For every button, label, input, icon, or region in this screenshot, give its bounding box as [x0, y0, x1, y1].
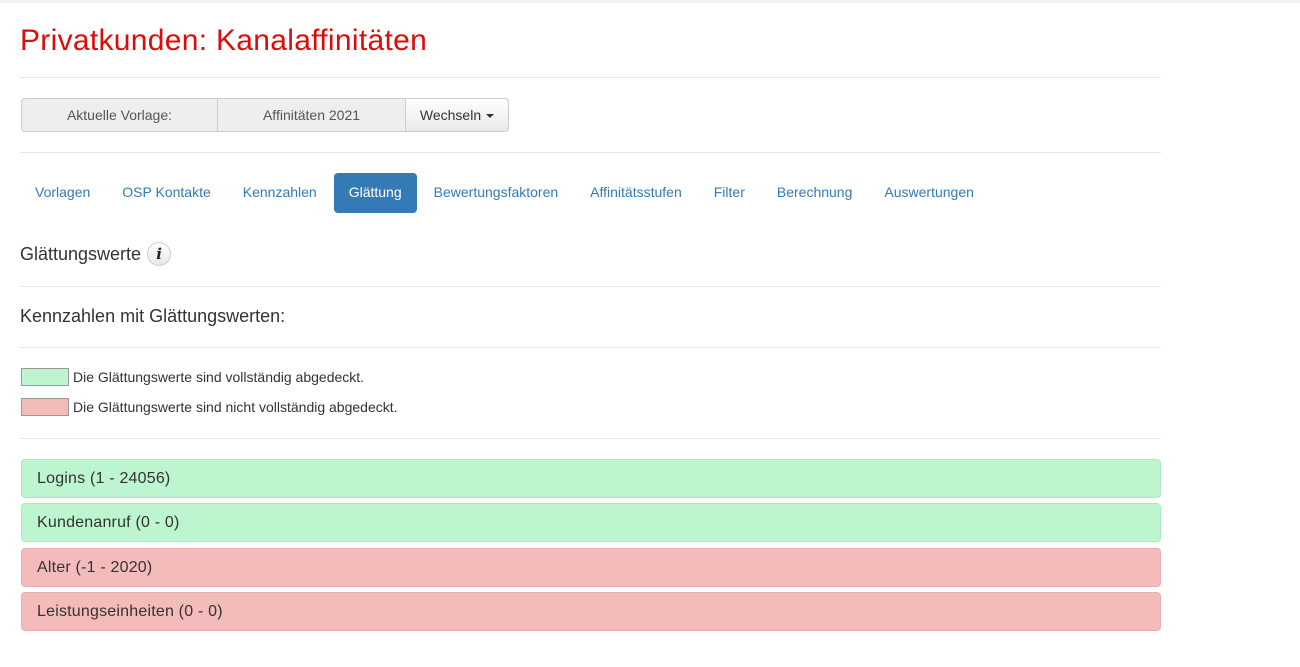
legend-text: Die Glättungswerte sind vollständig abge…	[73, 369, 365, 385]
tab-filter[interactable]: Filter	[699, 173, 760, 213]
divider	[20, 152, 1161, 153]
divider	[20, 347, 1161, 348]
divider	[20, 286, 1161, 287]
top-border	[0, 0, 1300, 3]
kennzahl-panel-leistungseinheiten[interactable]: Leistungseinheiten (0 - 0)	[21, 592, 1161, 631]
info-icon[interactable]: i	[147, 242, 172, 266]
section-title-text: Glättungswerte	[20, 243, 142, 264]
section-title: Glättungswerte i	[20, 242, 172, 266]
caret-down-icon	[486, 114, 495, 118]
legend-item-not-covered: Die Glättungswerte sind nicht vollständi…	[21, 398, 398, 416]
switch-template-button[interactable]: Wechseln	[406, 98, 509, 132]
tab-navigation: Vorlagen OSP Kontakte Kennzahlen Glättun…	[20, 173, 989, 213]
tab-affinitaetsstufen[interactable]: Affinitätsstufen	[575, 173, 697, 213]
legend-swatch-red	[21, 398, 69, 416]
legend-text: Die Glättungswerte sind nicht vollständi…	[73, 399, 398, 415]
legend-item-covered: Die Glättungswerte sind vollständig abge…	[21, 368, 364, 386]
section-subtitle: Kennzahlen mit Glättungswerten:	[20, 306, 286, 326]
tab-bewertungsfaktoren[interactable]: Bewertungsfaktoren	[419, 173, 574, 213]
tab-berechnung[interactable]: Berechnung	[762, 173, 868, 213]
page-title: Privatkunden: Kanalaffinitäten	[20, 24, 428, 57]
tab-osp-kontakte[interactable]: OSP Kontakte	[107, 173, 225, 213]
tab-auswertungen[interactable]: Auswertungen	[869, 173, 989, 213]
tab-vorlagen[interactable]: Vorlagen	[20, 173, 105, 213]
divider	[20, 77, 1161, 78]
tab-kennzahlen[interactable]: Kennzahlen	[228, 173, 332, 213]
template-selector: Aktuelle Vorlage: Affinitäten 2021 Wechs…	[21, 98, 509, 132]
kennzahl-panel-logins[interactable]: Logins (1 - 24056)	[21, 459, 1161, 498]
tab-glaettung[interactable]: Glättung	[333, 173, 417, 213]
current-template-value: Affinitäten 2021	[218, 98, 406, 132]
kennzahl-panel-kundenanruf[interactable]: Kundenanruf (0 - 0)	[21, 503, 1161, 542]
kennzahl-panel-alter[interactable]: Alter (-1 - 2020)	[21, 548, 1161, 587]
switch-template-label: Wechseln	[419, 107, 482, 123]
legend-swatch-green	[21, 368, 69, 386]
current-template-label: Aktuelle Vorlage:	[21, 98, 218, 132]
divider	[20, 438, 1161, 439]
